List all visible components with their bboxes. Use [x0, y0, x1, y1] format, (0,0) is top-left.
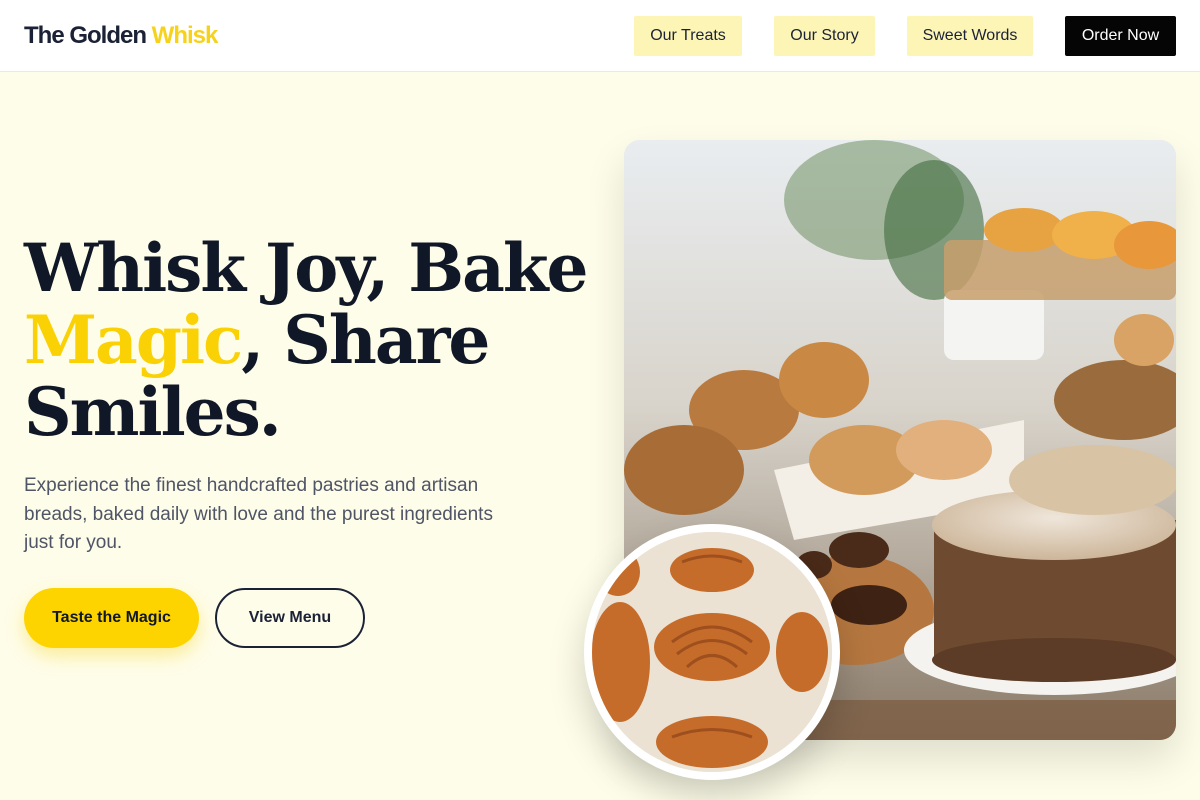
- taste-the-magic-button[interactable]: Taste the Magic: [24, 588, 199, 648]
- headline-line-3: Smiles.: [24, 373, 282, 451]
- order-now-button[interactable]: Order Now: [1065, 16, 1176, 56]
- headline-line-1: Whisk Joy, Bake: [24, 229, 589, 307]
- nav-sweet-words[interactable]: Sweet Words: [907, 16, 1033, 56]
- headline-accent: Magic: [24, 301, 243, 379]
- headline-line-2: , Share: [241, 301, 490, 379]
- logo[interactable]: The Golden Whisk: [24, 20, 219, 52]
- nav-our-story[interactable]: Our Story: [774, 16, 875, 56]
- logo-accent-text: Whisk: [151, 22, 219, 49]
- site-header: The Golden Whisk Our Treats Our Story Sw…: [0, 0, 1200, 72]
- hero-headline: Whisk Joy, Bake Magic, Share Smiles.: [24, 232, 604, 448]
- view-menu-button[interactable]: View Menu: [215, 588, 365, 648]
- logo-text: The Golden: [24, 22, 152, 49]
- hero-subtext: Experience the finest handcrafted pastri…: [24, 475, 493, 553]
- croissants-image: [584, 524, 840, 780]
- nav-our-treats[interactable]: Our Treats: [634, 16, 742, 56]
- croissants-illustration: [592, 532, 832, 772]
